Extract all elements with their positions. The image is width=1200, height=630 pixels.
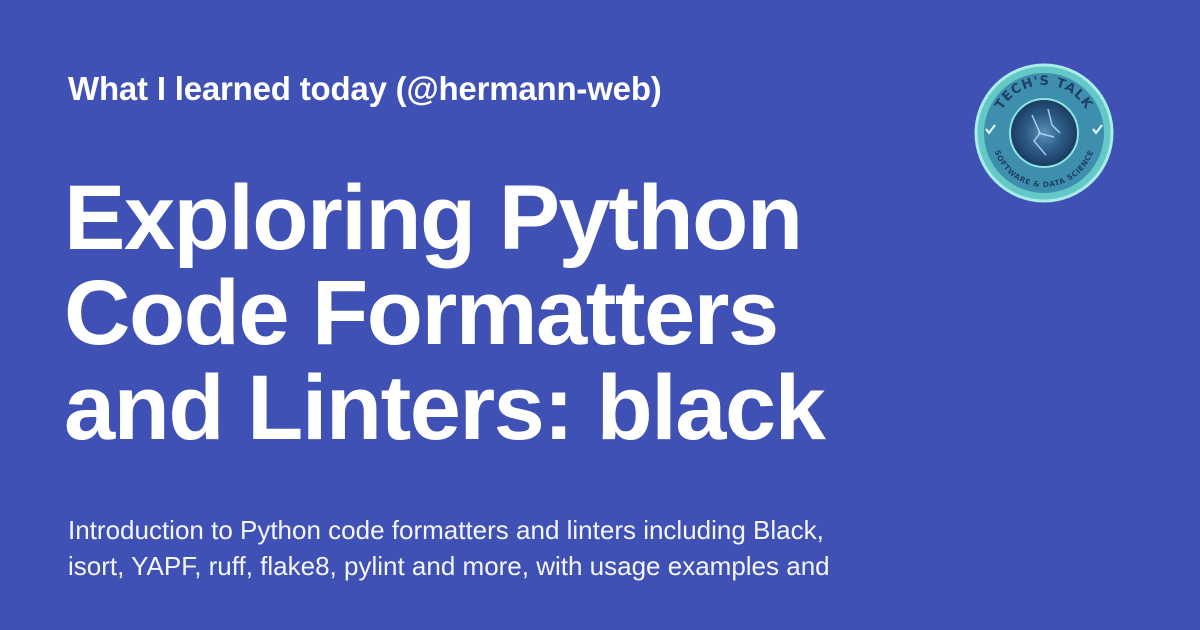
page-title: Exploring Python Code Formatters and Lin… xyxy=(64,171,904,456)
title-line: Code Formatters xyxy=(64,262,779,364)
title-line: and Linters: black xyxy=(64,357,826,459)
description-line: isort, YAPF, ruff, flake8, pylint and mo… xyxy=(68,551,830,581)
site-kicker: What I learned today (@hermann-web) xyxy=(68,70,662,107)
logo-badge-icon: TECH'S TALK SOFTWARE & DATA SCIENCE xyxy=(974,63,1114,203)
techs-talk-logo: TECH'S TALK SOFTWARE & DATA SCIENCE xyxy=(974,63,1114,203)
social-card: What I learned today (@hermann-web) Expl… xyxy=(0,0,1200,630)
description-line: Introduction to Python code formatters a… xyxy=(68,515,824,545)
title-line: Exploring Python xyxy=(64,167,803,269)
page-description: Introduction to Python code formatters a… xyxy=(68,512,938,584)
